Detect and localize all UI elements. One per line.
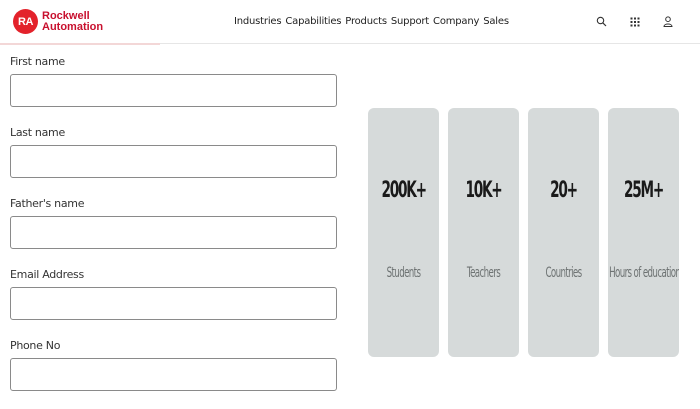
- stats-panel: 200K+ Students 10K+ Teachers 20+ Countri…: [368, 108, 679, 357]
- last-name-field[interactable]: [10, 145, 337, 178]
- phone-group: Phone No: [10, 338, 338, 409]
- user-icon[interactable]: [661, 15, 674, 28]
- stat-value: 25M+: [623, 178, 664, 203]
- grid-icon[interactable]: [628, 15, 641, 28]
- stat-card-students: 200K+ Students: [368, 108, 439, 357]
- stat-card-countries: 20+ Countries: [528, 108, 599, 357]
- stat-card-teachers: 10K+ Teachers: [448, 108, 519, 357]
- nav-item-capabilities[interactable]: Capabilities: [285, 16, 341, 27]
- logo-text-line1: Rockwell: [42, 9, 90, 22]
- phone-label: Phone No: [10, 339, 61, 352]
- fathers-name-group: Father's name: [10, 196, 338, 267]
- nav-item-company[interactable]: Company: [433, 16, 479, 27]
- stat-label: Countries: [545, 265, 582, 281]
- registration-form: First name Last name Father's name Email…: [10, 54, 338, 409]
- email-label: Email Address: [10, 268, 84, 281]
- nav-item-products[interactable]: Products: [345, 16, 387, 27]
- first-name-group: First name: [10, 54, 338, 125]
- stat-label: Teachers: [466, 265, 501, 281]
- email-group: Email Address: [10, 267, 338, 338]
- search-icon[interactable]: [595, 15, 608, 28]
- rockwell-logo[interactable]: RA Rockwell Automation: [13, 9, 103, 34]
- first-name-field[interactable]: [10, 74, 337, 107]
- main-nav: Industries Capabilities Products Support…: [234, 16, 509, 27]
- last-name-group: Last name: [10, 125, 338, 196]
- nav-item-support[interactable]: Support: [391, 16, 429, 27]
- stat-label: Hours of education: [609, 265, 679, 281]
- fathers-name-field[interactable]: [10, 216, 337, 249]
- site-header: RA Rockwell Automation Industries Capabi…: [0, 0, 700, 45]
- stat-value: 10K+: [465, 178, 502, 203]
- stat-label: Students: [386, 265, 421, 281]
- phone-field[interactable]: [10, 358, 337, 391]
- nav-item-sales[interactable]: Sales: [483, 16, 509, 27]
- logo-underline: [0, 43, 160, 45]
- last-name-label: Last name: [10, 126, 65, 139]
- nav-item-industries[interactable]: Industries: [234, 16, 282, 27]
- logo-badge: RA: [13, 9, 38, 34]
- email-field[interactable]: [10, 287, 337, 320]
- stat-value: 200K+: [381, 178, 427, 203]
- stat-card-hours: 25M+ Hours of education: [608, 108, 679, 357]
- fathers-name-label: Father's name: [10, 197, 85, 210]
- header-icons: [595, 15, 674, 28]
- first-name-label: First name: [10, 55, 65, 68]
- logo-text-line2: Automation: [42, 20, 104, 33]
- logo-text: Rockwell Automation: [42, 9, 104, 33]
- stat-value: 20+: [550, 178, 578, 203]
